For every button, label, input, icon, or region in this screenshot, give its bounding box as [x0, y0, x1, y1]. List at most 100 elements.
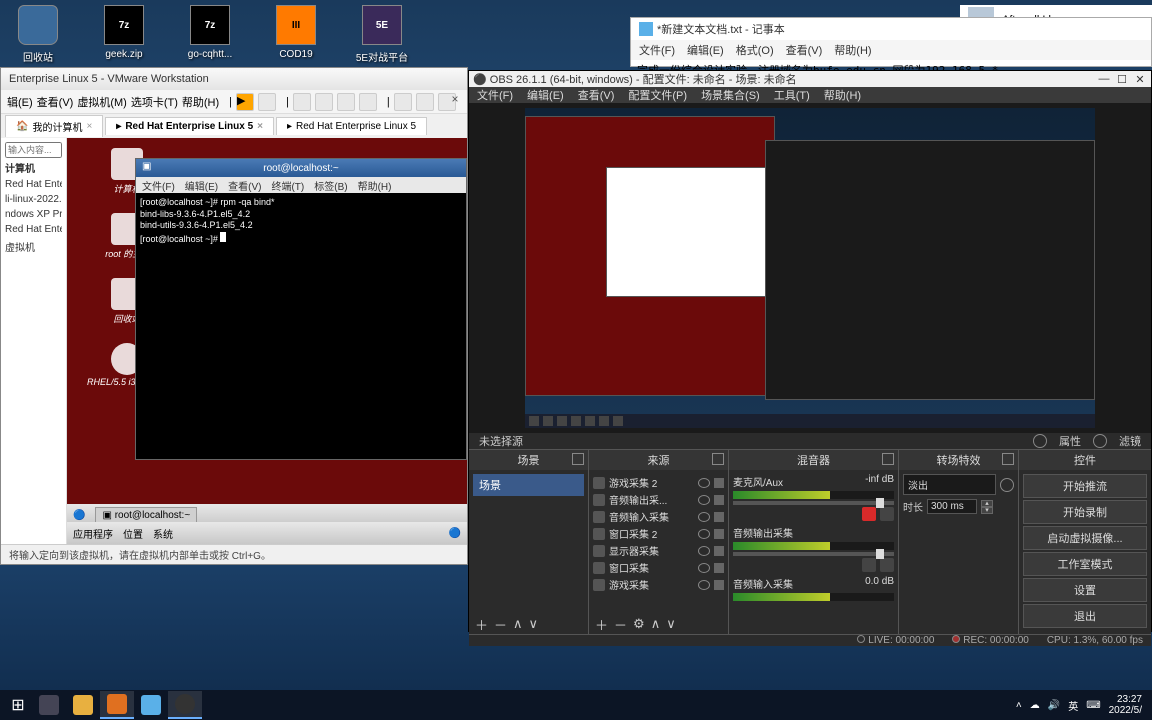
- apps-menu[interactable]: 应用程序: [73, 526, 113, 541]
- lock-icon[interactable]: [714, 478, 724, 488]
- remove-icon[interactable]: －: [494, 615, 507, 634]
- down-icon[interactable]: ∨: [529, 616, 539, 632]
- gear-icon[interactable]: [1033, 434, 1047, 448]
- studio-mode-button[interactable]: 工作室模式: [1023, 552, 1147, 576]
- menu-view[interactable]: 查看(V): [578, 87, 615, 103]
- volume-slider[interactable]: [733, 552, 894, 556]
- sidebar-item[interactable]: Red Hat Enterpr: [5, 222, 62, 237]
- up-icon[interactable]: ∧: [651, 616, 661, 632]
- obs-window[interactable]: ⚫ OBS 26.1.1 (64-bit, windows) - 配置文件: 未…: [468, 70, 1152, 632]
- system-menu[interactable]: 系统: [153, 526, 173, 541]
- popout-icon[interactable]: [1002, 453, 1014, 465]
- terminal-titlebar[interactable]: ▣ root@localhost:~: [136, 159, 466, 177]
- add-icon[interactable]: ＋: [595, 615, 608, 634]
- taskbar-item-steam[interactable]: [32, 691, 66, 719]
- vmware-sidebar[interactable]: 计算机 Red Hat Enterpr li-linux-2022.1 ndow…: [1, 138, 67, 544]
- up-icon[interactable]: ∧: [513, 616, 523, 632]
- menu-tools[interactable]: 工具(T): [774, 87, 810, 103]
- vm-terminal-window[interactable]: ▣ root@localhost:~ 文件(F) 编辑(E) 查看(V) 终端(…: [135, 158, 467, 460]
- notepad-titlebar[interactable]: *新建文本文档.txt - 记事本: [631, 18, 1151, 40]
- desktop-icon-gocq[interactable]: 7zgo-cqhtt...: [182, 5, 238, 64]
- tab-home[interactable]: 🏠 我的计算机 ×: [5, 115, 103, 137]
- sidebar-item[interactable]: Red Hat Enterpr: [5, 177, 62, 192]
- eye-icon[interactable]: [698, 546, 710, 556]
- lock-icon[interactable]: [714, 512, 724, 522]
- menu-edit[interactable]: 编辑(E): [185, 178, 218, 193]
- source-item[interactable]: 音频输出采...: [593, 491, 724, 508]
- lock-icon[interactable]: [714, 546, 724, 556]
- menu-vm[interactable]: 虚拟机(M): [77, 94, 127, 110]
- source-item[interactable]: 显示器采集: [593, 542, 724, 559]
- menu-help[interactable]: 帮助(H): [358, 178, 392, 193]
- menu-view[interactable]: 查看(V): [786, 42, 823, 58]
- mute-icon[interactable]: [862, 507, 876, 521]
- obs-preview[interactable]: [469, 103, 1151, 433]
- sidebar-item[interactable]: li-linux-2022.1: [5, 192, 62, 207]
- sidebar-item[interactable]: 虚拟机: [5, 237, 62, 256]
- start-button[interactable]: ⊞: [4, 691, 32, 719]
- desktop-icon-recycle[interactable]: 回收站: [10, 5, 66, 64]
- terminal-body[interactable]: [root@localhost ~]# rpm -qa bind* bind-l…: [136, 193, 466, 459]
- chevron-up-icon[interactable]: ˄: [1016, 700, 1022, 711]
- source-item[interactable]: 游戏采集 2: [593, 474, 724, 491]
- lock-icon[interactable]: [714, 529, 724, 539]
- menu-profile[interactable]: 配置文件(P): [628, 87, 687, 103]
- sidebar-item[interactable]: 计算机: [5, 158, 62, 177]
- start-virtualcam-button[interactable]: 启动虚拟摄像...: [1023, 526, 1147, 550]
- exit-button[interactable]: 退出: [1023, 604, 1147, 628]
- menu-tabs[interactable]: 标签(B): [314, 178, 347, 193]
- vm-taskbar-item[interactable]: ▣ root@localhost:~: [95, 507, 197, 524]
- fullscreen-icon[interactable]: [337, 93, 355, 111]
- vm-display[interactable]: 计算机 root 的主... 回收站 RHEL/5.5 i386 DVD ▣ r…: [67, 138, 467, 544]
- sidebar-item[interactable]: ndows XP Pro: [5, 207, 62, 222]
- add-icon[interactable]: ＋: [475, 615, 488, 634]
- lock-icon[interactable]: [714, 580, 724, 590]
- notepad-window[interactable]: *新建文本文档.txt - 记事本 文件(F) 编辑(E) 格式(O) 查看(V…: [630, 17, 1152, 67]
- start-stream-button[interactable]: 开始推流: [1023, 474, 1147, 498]
- play-button-icon[interactable]: ▶: [236, 93, 254, 111]
- menu-help[interactable]: 帮助(H): [182, 94, 219, 110]
- maximize-icon[interactable]: ☐: [1115, 72, 1129, 86]
- close-icon[interactable]: ✕: [1133, 72, 1147, 86]
- lock-icon[interactable]: [714, 495, 724, 505]
- filter-icon[interactable]: [1093, 434, 1107, 448]
- layout2-icon[interactable]: [416, 93, 434, 111]
- filters-button[interactable]: 滤镜: [1119, 433, 1141, 449]
- down-icon[interactable]: ∨: [666, 616, 676, 632]
- desktop-icon-5e[interactable]: 5E5E对战平台: [354, 5, 410, 64]
- gear-icon[interactable]: [880, 507, 894, 521]
- menu-view[interactable]: 查看(V): [228, 178, 261, 193]
- eye-icon[interactable]: [698, 478, 710, 488]
- eye-icon[interactable]: [698, 529, 710, 539]
- layout-icon[interactable]: [394, 93, 412, 111]
- eye-icon[interactable]: [698, 563, 710, 573]
- spinner[interactable]: ▴▾: [981, 500, 993, 514]
- dock-header-sources[interactable]: 来源: [589, 450, 728, 470]
- menu-scenes[interactable]: 场景集合(S): [701, 87, 760, 103]
- close-sidebar-icon[interactable]: ×: [447, 92, 463, 108]
- menu-edit[interactable]: 辑(E): [7, 94, 33, 110]
- sidebar-search-input[interactable]: [5, 142, 62, 158]
- menu-edit[interactable]: 编辑(E): [687, 42, 724, 58]
- source-item[interactable]: 音频输入采集: [593, 508, 724, 525]
- remove-icon[interactable]: －: [614, 615, 627, 634]
- volume-icon[interactable]: 🔊: [1048, 700, 1060, 711]
- menu-view[interactable]: 查看(V): [37, 94, 74, 110]
- speaker-icon[interactable]: [862, 558, 876, 572]
- popout-icon[interactable]: [572, 453, 584, 465]
- transition-select[interactable]: 淡出: [903, 474, 996, 495]
- gear-icon[interactable]: ⚙: [633, 616, 645, 632]
- dock-header-controls[interactable]: 控件: [1019, 450, 1151, 470]
- scene-item[interactable]: 场景: [473, 474, 584, 496]
- menu-file[interactable]: 文件(F): [477, 87, 513, 103]
- system-tray[interactable]: ˄ ☁ 🔊 英 ⌨ 23:27 2022/5/: [1016, 694, 1148, 716]
- ime-indicator[interactable]: 英: [1068, 698, 1078, 713]
- menu-help[interactable]: 帮助(H): [824, 87, 861, 103]
- desktop-icon-cod[interactable]: IIICOD19: [268, 5, 324, 64]
- menu-tabs[interactable]: 选项卡(T): [131, 94, 178, 110]
- snapshot-icon[interactable]: [293, 93, 311, 111]
- keyboard-icon[interactable]: ⌨: [1086, 700, 1100, 711]
- settings-button[interactable]: 设置: [1023, 578, 1147, 602]
- pause-button-icon[interactable]: [258, 93, 276, 111]
- obs-titlebar[interactable]: ⚫ OBS 26.1.1 (64-bit, windows) - 配置文件: 未…: [469, 71, 1151, 87]
